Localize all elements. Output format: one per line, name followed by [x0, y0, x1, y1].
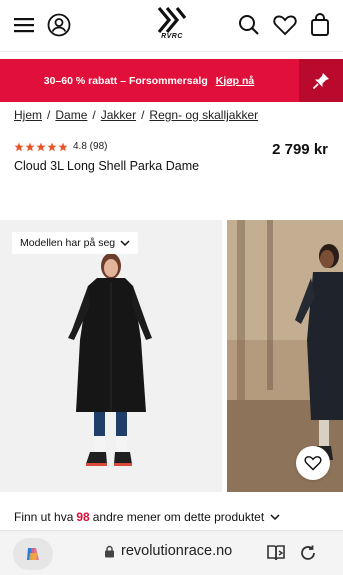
- rating-stars: [14, 142, 69, 152]
- star-icon: [58, 142, 68, 151]
- brand-logo[interactable]: RVRC: [150, 6, 194, 46]
- breadcrumb: Hjem / Dame / Jakker / Regn- og skalljakker: [14, 108, 258, 122]
- address-bar[interactable]: revolutionrace.no: [104, 543, 232, 559]
- reader-mode-icon[interactable]: [266, 544, 286, 567]
- heart-icon: [304, 456, 322, 471]
- lock-icon: [105, 545, 114, 557]
- wishlist-icon[interactable]: [271, 10, 299, 40]
- reviews-prefix: Finn ut hva: [14, 510, 74, 524]
- star-icon: [36, 142, 46, 151]
- star-icon: [14, 142, 24, 151]
- logo-mark-icon: [157, 6, 187, 34]
- reload-icon[interactable]: [298, 543, 318, 568]
- model-info-label: Modellen har på seg: [20, 237, 116, 249]
- product-price: 2 799 kr: [272, 141, 328, 158]
- model-info-button[interactable]: Modellen har på seg: [12, 232, 139, 254]
- breadcrumb-home[interactable]: Hjem: [14, 108, 42, 122]
- star-icon: [25, 142, 35, 151]
- promo-banner: 30–60 % rabatt – Forsommersalg Kjøp nå: [0, 59, 343, 102]
- breadcrumb-separator: /: [141, 108, 145, 122]
- breadcrumb-separator: /: [47, 108, 51, 122]
- add-to-wishlist-button[interactable]: [296, 446, 330, 480]
- url-text: revolutionrace.no: [121, 543, 233, 559]
- chevron-down-icon: [120, 240, 130, 247]
- chevron-down-icon: [270, 514, 280, 521]
- promo-text: 30–60 % rabatt – Forsommersalg: [43, 74, 208, 87]
- product-image-main[interactable]: [0, 220, 222, 492]
- logo-text: RVRC: [161, 33, 183, 40]
- promo-text-row: 30–60 % rabatt – Forsommersalg Kjøp nå: [0, 59, 298, 102]
- reviews-suffix: andre mener om dette produktet: [92, 510, 265, 524]
- site-header: RVRC: [0, 0, 343, 52]
- breadcrumb-jakker[interactable]: Jakker: [101, 108, 136, 122]
- product-name: Cloud 3L Long Shell Parka Dame: [14, 159, 200, 173]
- account-icon[interactable]: [45, 10, 73, 40]
- menu-icon[interactable]: [10, 10, 38, 40]
- product-rating[interactable]: 4.8 (98): [14, 141, 107, 152]
- model-photo: [0, 220, 222, 492]
- pin-icon[interactable]: [299, 59, 343, 102]
- cart-icon[interactable]: [306, 10, 334, 40]
- breadcrumb-separator: /: [92, 108, 96, 122]
- browser-toolbar: revolutionrace.no: [0, 530, 343, 575]
- breadcrumb-dame[interactable]: Dame: [55, 108, 87, 122]
- copilot-icon[interactable]: [13, 538, 53, 570]
- search-icon[interactable]: [235, 10, 263, 40]
- reviews-link[interactable]: Finn ut hva 98 andre mener om dette prod…: [14, 510, 280, 524]
- promo-shop-link[interactable]: Kjøp nå: [216, 75, 255, 87]
- rating-text: 4.8 (98): [73, 141, 108, 152]
- reviews-count: 98: [76, 510, 90, 524]
- star-icon: [47, 142, 57, 151]
- breadcrumb-rain-shell[interactable]: Regn- og skalljakker: [149, 108, 258, 122]
